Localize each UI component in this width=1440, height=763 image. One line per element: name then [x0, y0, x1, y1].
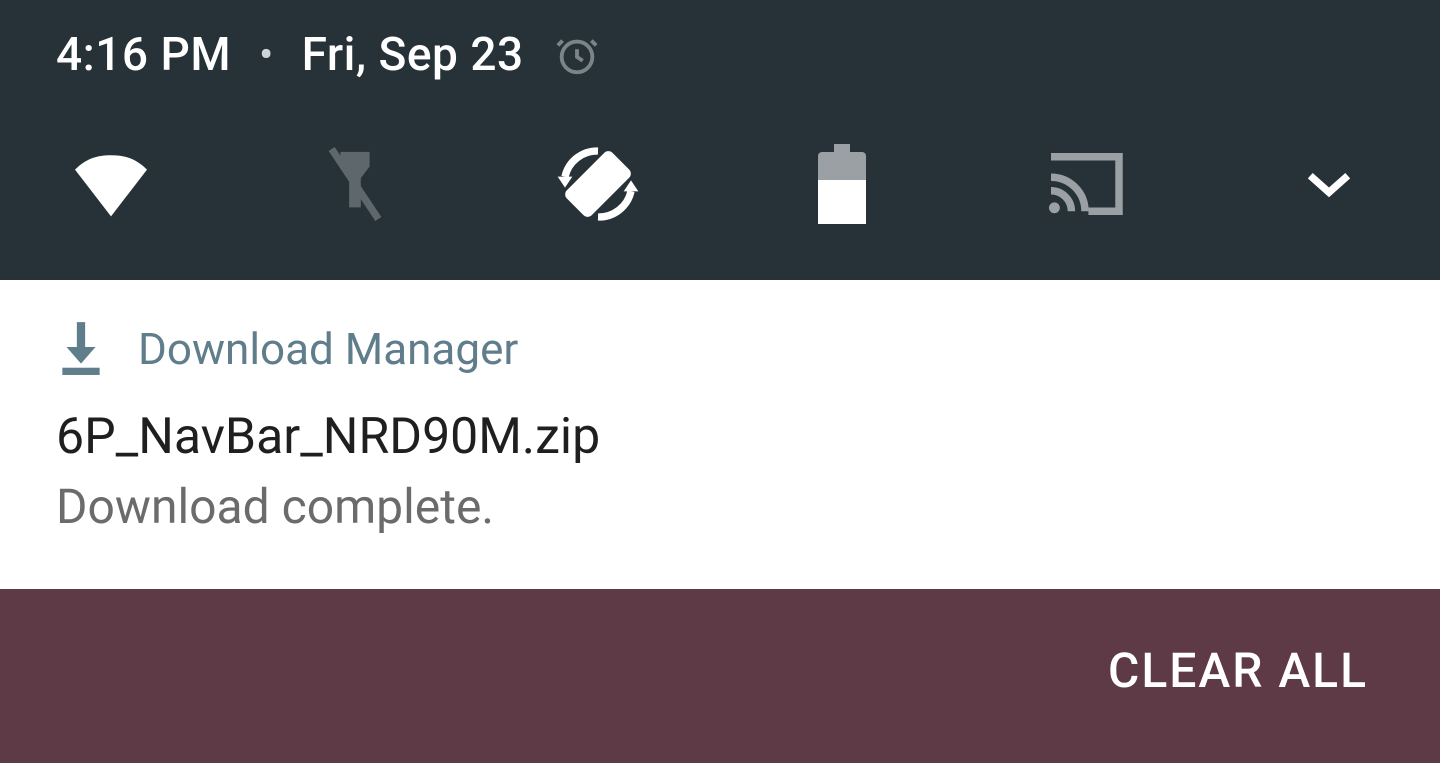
download-icon	[56, 318, 106, 380]
cast-icon	[1044, 150, 1126, 218]
notification-subtitle: Download complete.	[56, 478, 1384, 535]
status-date: Fri, Sep 23	[302, 28, 524, 82]
flashlight-off-icon	[320, 143, 390, 225]
alarm-icon	[554, 32, 600, 78]
wifi-icon	[65, 148, 157, 220]
auto-rotate-icon	[554, 140, 642, 228]
quick-toggles-row	[56, 140, 1384, 228]
notification-card[interactable]: Download Manager 6P_NavBar_NRD90M.zip Do…	[0, 280, 1440, 589]
notification-title: 6P_NavBar_NRD90M.zip	[56, 408, 1384, 466]
status-header: 4:16 PM • Fri, Sep 23	[56, 28, 1384, 82]
battery-icon	[814, 144, 870, 224]
chevron-down-icon	[1304, 168, 1354, 200]
wifi-toggle[interactable]	[66, 148, 156, 220]
autorotate-toggle[interactable]	[553, 140, 643, 228]
battery-toggle[interactable]	[797, 144, 887, 224]
cast-toggle[interactable]	[1040, 150, 1130, 218]
expand-toggle[interactable]	[1284, 168, 1374, 200]
flashlight-toggle[interactable]	[310, 143, 400, 225]
clear-all-button[interactable]: CLEAR ALL	[1108, 642, 1368, 699]
notification-footer: CLEAR ALL	[0, 589, 1440, 752]
notification-header: Download Manager	[56, 318, 1384, 380]
status-separator: •	[255, 35, 277, 75]
status-time: 4:16 PM	[56, 28, 231, 82]
status-bar: 4:16 PM • Fri, Sep 23	[0, 0, 1440, 280]
notification-app-name: Download Manager	[138, 323, 518, 375]
